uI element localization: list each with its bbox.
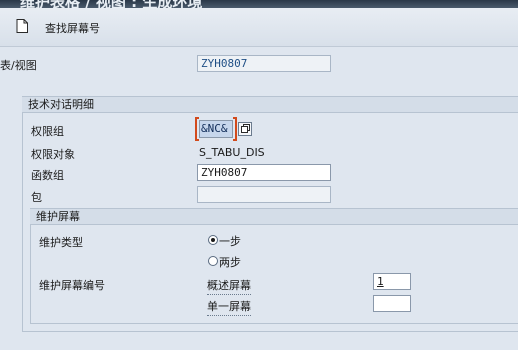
auth-group-label: 权限组 [31,125,64,138]
function-group-label: 函数组 [31,169,64,182]
single-screen-field[interactable] [373,295,411,312]
tech-dialog-header: 技术对话明细 [22,96,518,113]
one-step-label: 一步 [219,235,241,248]
maintenance-type-label: 维护类型 [39,236,83,249]
single-screen-label: 单一屏幕 [207,298,251,316]
maintenance-screen-number-label: 维护屏幕编号 [39,279,105,292]
maintenance-screen-group [30,208,518,324]
function-group-field[interactable]: ZYH0807 [197,164,331,181]
auth-object-label: 权限对象 [31,148,75,161]
package-field[interactable] [197,186,331,203]
overview-screen-field[interactable]: 1 [373,273,411,290]
auth-group-field[interactable]: &NC& [199,120,233,138]
overview-screen-label: 概述屏幕 [207,277,251,295]
find-screen-number-button[interactable]: 查找屏幕号 [45,20,100,36]
one-step-radio[interactable] [208,235,218,245]
maintenance-screen-header: 维护屏幕 [30,208,518,225]
value-help-icon[interactable] [238,122,252,136]
table-view-label: 表/视图 [0,59,37,72]
package-label: 包 [31,191,42,204]
new-document-icon[interactable] [16,19,28,33]
auth-object-value: S_TABU_DIS [199,146,265,159]
two-step-radio[interactable] [208,256,218,266]
two-step-label: 两步 [219,256,241,269]
focus-bracket-right [233,117,237,141]
table-view-field[interactable]: ZYH0807 [197,55,331,72]
